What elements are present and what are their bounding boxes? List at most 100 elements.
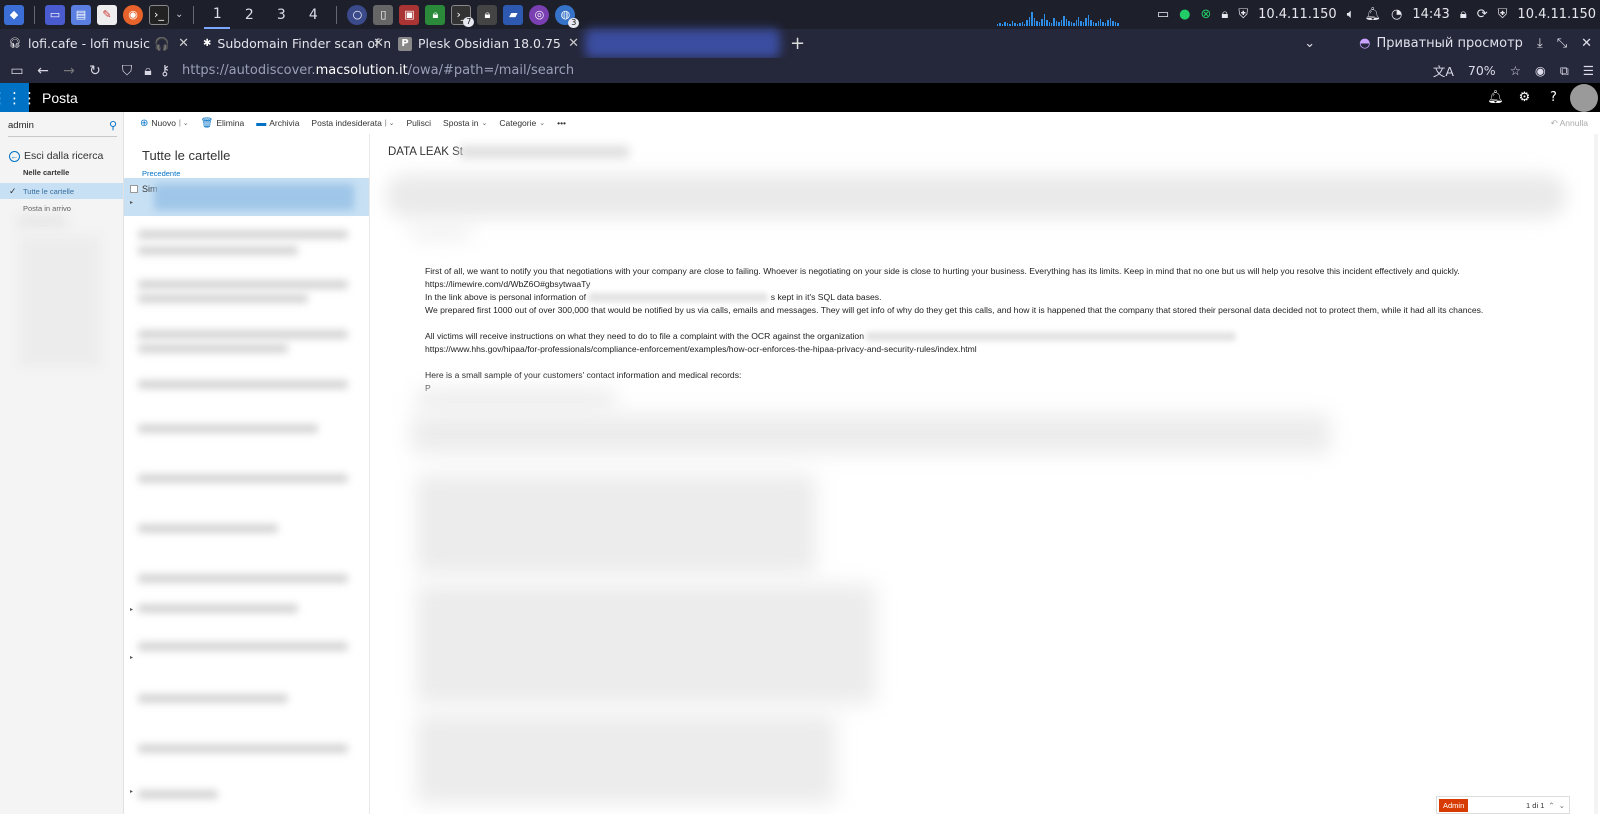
list-item[interactable] (138, 344, 288, 353)
list-item[interactable] (138, 524, 278, 533)
text-editor-icon[interactable]: ✎ (97, 4, 117, 25)
expand-icon[interactable]: ▸ (130, 654, 133, 661)
list-item[interactable] (138, 474, 348, 483)
list-item[interactable] (138, 330, 348, 339)
vpn-icon[interactable]: 🔒︎ (425, 4, 446, 25)
list-item[interactable] (138, 744, 348, 753)
volume-icon[interactable]: 🔈︎ (1347, 7, 1355, 22)
body-link[interactable]: https://www.hhs.gov/hipaa/for-profession… (425, 343, 1585, 356)
folder-all[interactable]: ✓ Tutte le cartelle (0, 183, 123, 199)
avatar[interactable] (1570, 83, 1598, 112)
close-icon[interactable]: ✕ (178, 36, 189, 51)
close-window-icon[interactable]: ✕ (1581, 36, 1592, 51)
new-tab-button[interactable]: + (790, 33, 805, 54)
app-menu-icon[interactable]: ◆ (4, 4, 24, 25)
list-item[interactable] (138, 294, 308, 303)
terminal-icon[interactable]: ›_ (149, 4, 169, 25)
scrollbar[interactable] (1594, 134, 1598, 814)
list-item-selected[interactable]: Sim ▸ (124, 178, 369, 216)
workspace-1[interactable]: 1 (204, 0, 231, 29)
sweep-button[interactable]: Pulisci (406, 118, 431, 128)
list-item[interactable] (138, 694, 288, 703)
exit-search-button[interactable]: ← Esci dalla ricerca (9, 150, 123, 162)
list-item[interactable] (138, 280, 348, 289)
delete-button[interactable]: 🗑︎ Elimina (201, 118, 245, 129)
chevron-down-icon[interactable]: ⌄ (175, 9, 183, 20)
translate-icon[interactable]: 文A (1433, 61, 1454, 80)
search-icon[interactable]: ⚲ (109, 119, 117, 132)
expand-icon[interactable]: ▸ (130, 788, 133, 795)
move-button[interactable]: Sposta in ⌄ (443, 118, 487, 128)
workspace-4[interactable]: 4 (300, 0, 326, 29)
xray-icon[interactable]: ⊗ (1201, 7, 1212, 22)
app-title[interactable]: Posta (42, 90, 78, 106)
chevron-down-icon[interactable]: ⌄ (1559, 801, 1565, 810)
more-button[interactable]: ••• (557, 118, 566, 128)
reload-icon[interactable]: ↻ (82, 63, 108, 79)
archive-button[interactable]: ▬ Archivia (256, 118, 299, 129)
previous-link[interactable]: Precedente (142, 169, 369, 178)
folder-icon[interactable]: ▰ (503, 4, 524, 25)
workspace-3[interactable]: 3 (268, 0, 294, 29)
list-item[interactable] (138, 574, 348, 583)
burp-icon[interactable]: ▣ (399, 4, 420, 25)
bookmark-star-icon[interactable]: ☆ (1510, 63, 1521, 78)
chevron-down-icon[interactable]: ⌄ (1304, 36, 1315, 51)
bell-icon[interactable]: 🔔︎ (1481, 90, 1510, 105)
tab-lofi[interactable]: 🎧︎ lofi.cafe - lofi music 🎧 ✕ (0, 29, 195, 58)
chromium-icon[interactable]: ○ (347, 4, 368, 25)
list-item[interactable] (138, 380, 348, 389)
screen-icon[interactable]: ▭ (1157, 7, 1169, 22)
screen-lock-icon[interactable]: 🔒︎ (1460, 7, 1467, 22)
download-icon[interactable]: ⤓ (1537, 36, 1543, 51)
forward-icon[interactable]: → (56, 63, 82, 79)
close-icon[interactable]: ✕ (568, 36, 579, 51)
back-icon[interactable]: ← (30, 63, 56, 79)
account-icon[interactable]: ◉ (1535, 63, 1546, 78)
app-launcher-icon[interactable]: ⋮⋮⋮ (0, 83, 37, 112)
sidebar-icon[interactable]: ▭ (4, 63, 30, 79)
zoom-level[interactable]: 70% (1468, 63, 1496, 78)
gear-icon[interactable]: ⚙ (1510, 90, 1539, 105)
list-item[interactable] (138, 790, 218, 799)
list-item[interactable] (138, 642, 348, 651)
junk-button[interactable]: Posta indesiderata | ⌄ (311, 118, 394, 128)
folder-inbox[interactable]: Posta in arrivo (0, 200, 123, 216)
firefox-icon[interactable]: ◉ (123, 4, 143, 25)
admin-tag[interactable]: Admin (1439, 798, 1469, 812)
tab-plesk[interactable]: P Plesk Obsidian 18.0.75 ✕ (390, 29, 585, 58)
menu-icon[interactable]: ☰ (1583, 63, 1594, 78)
search-input[interactable]: admin ⚲ (8, 115, 117, 137)
expand-icon[interactable]: ▸ (130, 606, 133, 613)
key-icon[interactable]: ⚷ (156, 63, 174, 79)
chevron-up-icon[interactable]: ⌃ (1548, 801, 1554, 810)
tab-subdomain-finder[interactable]: ✱ Subdomain Finder scan of m ✕ (195, 29, 390, 58)
categories-button[interactable]: Categorie ⌄ (499, 118, 545, 128)
desktop-icon[interactable]: ▭ (45, 4, 65, 25)
select-checkbox[interactable] (130, 185, 138, 193)
help-icon[interactable]: ? (1539, 90, 1568, 105)
refresh-icon[interactable]: ⟳ (1477, 7, 1488, 22)
new-button[interactable]: ⊕ Nuovo | ⌄ (140, 118, 189, 129)
tab-active-redacted[interactable] (585, 29, 780, 58)
body-link[interactable]: https://limewire.com/d/WbZ6O#gbsytwaaTy (425, 278, 1585, 291)
network-app-icon[interactable]: ◍ 3 (555, 4, 580, 28)
expand-icon[interactable]: ▸ (130, 199, 133, 206)
extensions-icon[interactable]: ⧉ (1560, 63, 1569, 79)
list-item[interactable] (138, 424, 318, 433)
tor-icon[interactable]: ◎ (529, 4, 550, 25)
collapse-icon[interactable]: ⤡ (1557, 36, 1567, 51)
undo-button[interactable]: ↶ Annulla (1551, 118, 1588, 129)
list-item[interactable] (138, 246, 298, 255)
workspace-2[interactable]: 2 (236, 0, 262, 29)
close-icon[interactable]: ✕ (373, 36, 384, 51)
address-bar[interactable]: https://autodiscover.macsolution.it/owa/… (182, 63, 574, 78)
terminal-window-icon[interactable]: ›_ 7 (451, 4, 475, 27)
notifications-icon[interactable]: 🔔︎ (1365, 7, 1382, 22)
lock-icon[interactable]: 🔒︎ (1221, 7, 1228, 22)
file-manager-icon[interactable]: ▤ (71, 4, 91, 25)
list-item[interactable] (138, 230, 348, 239)
list-item[interactable] (138, 604, 298, 613)
lock-app-icon[interactable]: 🔒︎ (477, 4, 498, 25)
clock-time[interactable]: 14:43 (1412, 7, 1449, 22)
